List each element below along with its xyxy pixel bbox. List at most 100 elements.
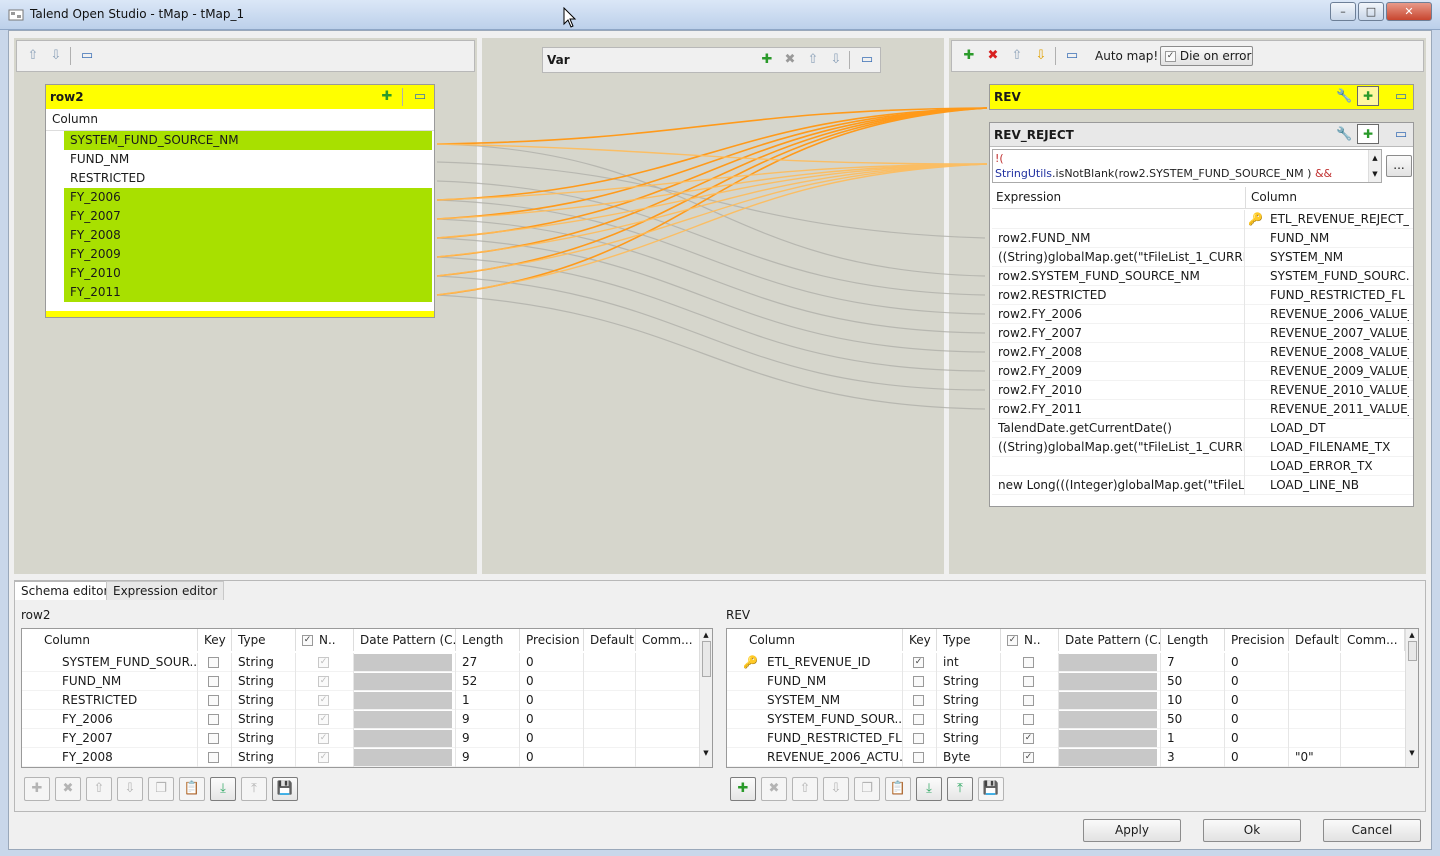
key-checkbox[interactable]: ✓: [913, 657, 924, 668]
apply-button[interactable]: Apply: [1083, 819, 1181, 842]
minimize-table-icon[interactable]: ▭: [1393, 127, 1409, 143]
schema-column-header[interactable]: Type: [232, 629, 296, 651]
input-row[interactable]: FY_2006: [64, 188, 432, 207]
schema-column-name[interactable]: FUND_NM: [22, 672, 198, 691]
add-row-icon[interactable]: ✚: [730, 777, 756, 801]
save-icon[interactable]: 💾: [272, 777, 298, 801]
output-expression[interactable]: row2.SYSTEM_FUND_SOURCE_NM: [992, 267, 1245, 286]
die-on-error-checkbox[interactable]: ✓: [1165, 51, 1176, 62]
type-cell[interactable]: String: [232, 653, 296, 672]
minimize-tables-icon[interactable]: ▭: [1064, 48, 1080, 64]
output-expression[interactable]: row2.RESTRICTED: [992, 286, 1245, 305]
default-cell[interactable]: [1289, 729, 1341, 748]
paste-icon[interactable]: 📋: [885, 777, 911, 801]
input-row[interactable]: FY_2008: [64, 226, 432, 245]
comment-cell[interactable]: [1341, 748, 1405, 767]
output-expression[interactable]: row2.FY_2011: [992, 400, 1245, 419]
schema-row[interactable]: RESTRICTED String ✓ 1 0: [22, 691, 700, 710]
type-cell[interactable]: String: [937, 710, 1001, 729]
minimize-table-icon[interactable]: ▭: [859, 52, 875, 68]
move-down-icon[interactable]: ⇩: [1033, 48, 1049, 64]
type-cell[interactable]: String: [937, 729, 1001, 748]
precision-cell[interactable]: 0: [520, 710, 584, 729]
length-cell[interactable]: 9: [456, 729, 520, 748]
date-pattern-cell[interactable]: [1059, 691, 1161, 710]
schema-row[interactable]: FUND_RESTRICTED_FL String ✓ 1 0: [727, 729, 1406, 748]
nullable-all-checkbox[interactable]: ✓: [1007, 635, 1018, 646]
wrench-icon[interactable]: 🔧: [1336, 89, 1352, 105]
default-cell[interactable]: [584, 710, 636, 729]
schema-column-header[interactable]: Default: [1289, 629, 1341, 651]
comment-cell[interactable]: [1341, 729, 1405, 748]
nullable-checkbox[interactable]: [1023, 676, 1034, 687]
comment-cell[interactable]: [636, 691, 700, 710]
minimize-button[interactable]: –: [1330, 2, 1356, 21]
default-cell[interactable]: [584, 729, 636, 748]
tab-schema-editor[interactable]: Schema editor: [14, 581, 116, 600]
key-checkbox[interactable]: [913, 752, 924, 763]
key-checkbox[interactable]: [913, 695, 924, 706]
comment-cell[interactable]: [636, 748, 700, 767]
schema-row[interactable]: REVENUE_2006_ACTU... Byte ✓ 3 0 "0": [727, 748, 1406, 767]
import-icon[interactable]: ⤓: [210, 777, 236, 801]
schema-column-header[interactable]: Length: [1161, 629, 1225, 651]
nullable-checkbox[interactable]: ✓: [318, 676, 329, 687]
add-column-icon[interactable]: ✚: [379, 89, 395, 105]
export-icon[interactable]: ⤒: [241, 777, 267, 801]
output-expression[interactable]: [992, 457, 1245, 476]
remove-row-icon[interactable]: ✖: [761, 777, 787, 801]
die-on-error-toggle[interactable]: ✓ Die on error: [1160, 46, 1253, 66]
move-down-icon[interactable]: ⇩: [823, 777, 849, 801]
input-row[interactable]: FY_2007: [64, 207, 432, 226]
default-cell[interactable]: [584, 672, 636, 691]
schema-row[interactable]: SYSTEM_NM String 10 0: [727, 691, 1406, 710]
schema-column-header[interactable]: Length: [456, 629, 520, 651]
precision-cell[interactable]: 0: [520, 653, 584, 672]
input-row[interactable]: FUND_NM: [46, 150, 432, 169]
precision-cell[interactable]: 0: [1225, 729, 1289, 748]
default-cell[interactable]: [1289, 672, 1341, 691]
output-expression[interactable]: row2.FY_2010: [992, 381, 1245, 400]
key-checkbox[interactable]: [208, 676, 219, 687]
filter-edit-button[interactable]: ...: [1386, 155, 1412, 177]
output-row[interactable]: row2.FY_2011 REVENUE_2011_VALUE_...: [992, 400, 1413, 419]
type-cell[interactable]: Byte: [937, 748, 1001, 767]
output-row[interactable]: row2.SYSTEM_FUND_SOURCE_NM SYSTEM_FUND_SO…: [992, 267, 1413, 286]
nullable-checkbox[interactable]: ✓: [1023, 733, 1034, 744]
schema-column-header[interactable]: Type: [937, 629, 1001, 651]
nullable-checkbox[interactable]: ✓: [1023, 752, 1034, 763]
schema-column-header[interactable]: Date Pattern (C...: [354, 629, 456, 651]
input-row[interactable]: FY_2009: [64, 245, 432, 264]
input-row[interactable]: RESTRICTED: [46, 169, 432, 188]
comment-cell[interactable]: [1341, 691, 1405, 710]
schema-row[interactable]: FUND_NM String ✓ 52 0: [22, 672, 700, 691]
comment-cell[interactable]: [636, 653, 700, 672]
nullable-checkbox[interactable]: ✓: [318, 657, 329, 668]
precision-cell[interactable]: 0: [1225, 748, 1289, 767]
key-checkbox[interactable]: [913, 714, 924, 725]
output-expression[interactable]: ((String)globalMap.get("tFileList_1_CURR…: [992, 438, 1245, 457]
comment-cell[interactable]: [1341, 653, 1405, 672]
copy-icon[interactable]: ❐: [854, 777, 880, 801]
add-filter-icon[interactable]: ✚: [1357, 124, 1379, 144]
output-row[interactable]: ((String)globalMap.get("tFileList_1_CURR…: [992, 438, 1413, 457]
key-checkbox[interactable]: [208, 695, 219, 706]
import-icon[interactable]: ⤓: [916, 777, 942, 801]
export-icon[interactable]: ⤒: [947, 777, 973, 801]
schema-column-header[interactable]: Precision: [520, 629, 584, 651]
length-cell[interactable]: 50: [1161, 672, 1225, 691]
schema-row[interactable]: ETL_REVENUE_ID 🔑 ✓ int 7 0: [727, 653, 1406, 672]
schema-column-header[interactable]: Column: [727, 629, 903, 651]
tab-expression-editor[interactable]: Expression editor: [106, 581, 225, 600]
nullable-checkbox[interactable]: ✓: [318, 752, 329, 763]
minimize-table-icon[interactable]: ▭: [1393, 89, 1409, 105]
output-expression[interactable]: TalendDate.getCurrentDate(): [992, 419, 1245, 438]
output-row[interactable]: ((String)globalMap.get("tFileList_1_CURR…: [992, 248, 1413, 267]
key-checkbox[interactable]: [208, 752, 219, 763]
type-cell[interactable]: String: [937, 691, 1001, 710]
maximize-button[interactable]: □: [1358, 2, 1384, 21]
length-cell[interactable]: 50: [1161, 710, 1225, 729]
nullable-checkbox[interactable]: [1023, 657, 1034, 668]
nullable-all-checkbox[interactable]: ✓: [302, 635, 313, 646]
move-up-icon[interactable]: ⇧: [86, 777, 112, 801]
